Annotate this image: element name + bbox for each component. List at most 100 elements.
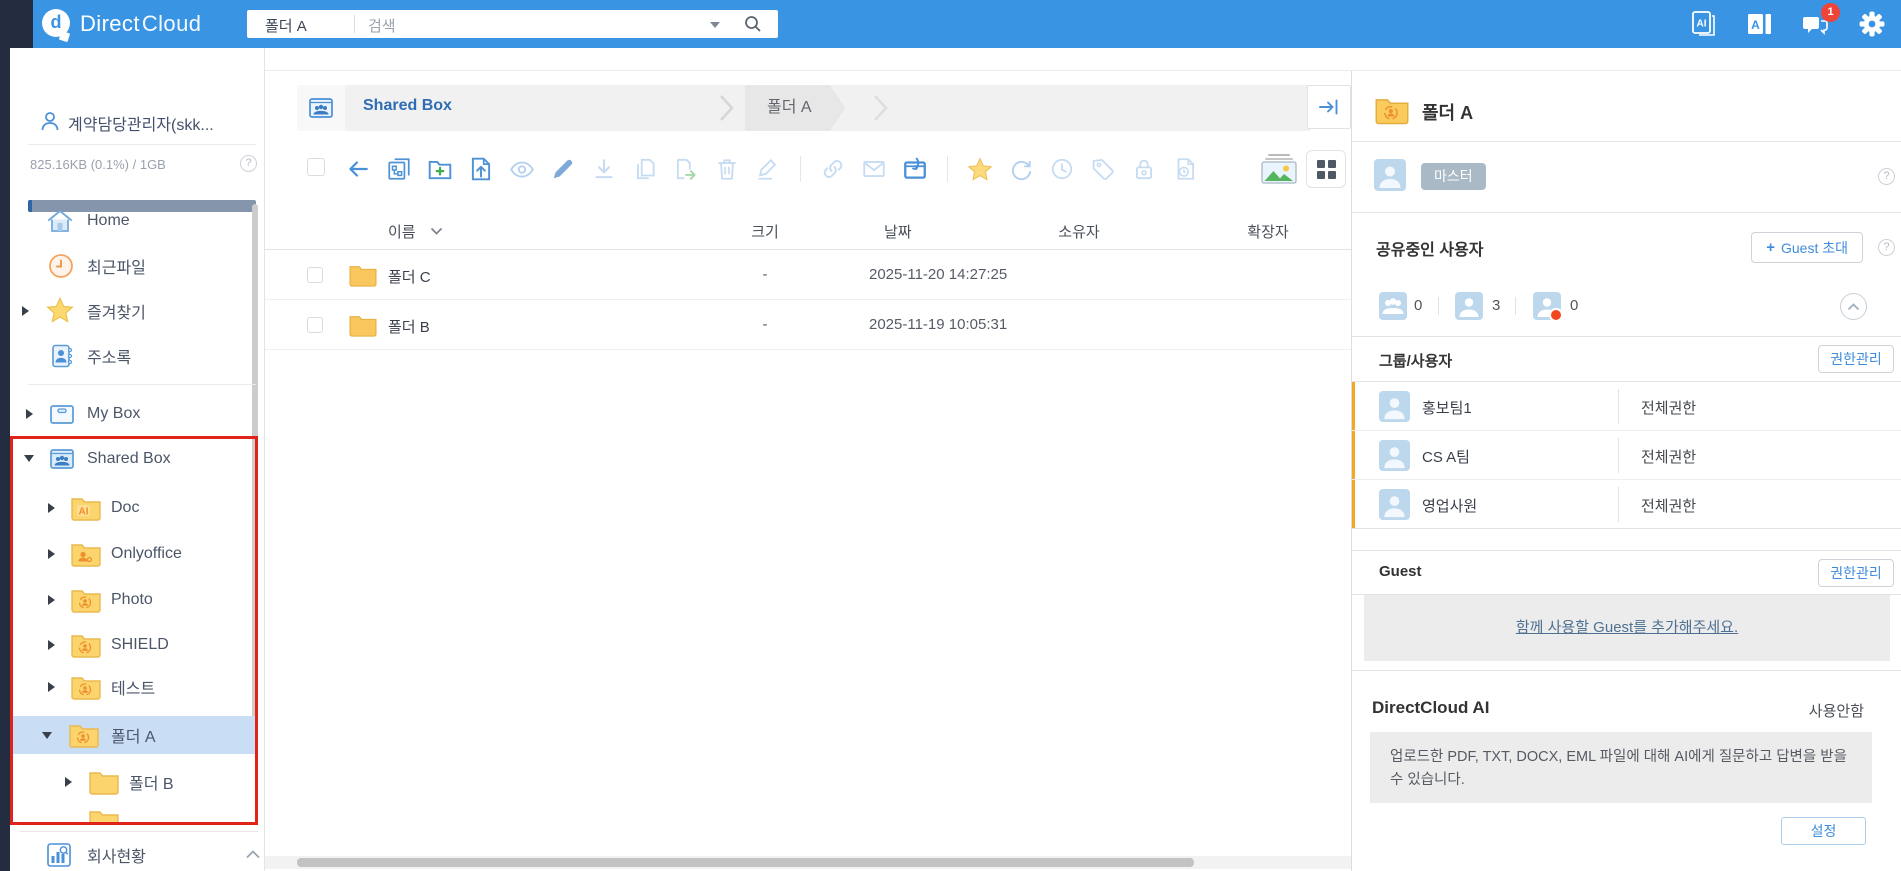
user-name[interactable]: 계약담당관리자(skk...	[68, 111, 214, 135]
sync-icon[interactable]	[1008, 156, 1034, 182]
upload-icon[interactable]	[468, 156, 494, 182]
sidebar-item-label: Home	[87, 211, 130, 229]
divider	[28, 144, 256, 145]
table-row[interactable]: 폴더 C - 2025-11-20 14:27:25	[265, 250, 1351, 300]
scrollbar-thumb[interactable]	[297, 858, 1194, 867]
web-collect-icon[interactable]	[902, 156, 928, 182]
row-checkbox[interactable]	[307, 267, 323, 283]
back-icon[interactable]	[345, 156, 371, 182]
ai-document-icon[interactable]: AI	[1689, 8, 1719, 40]
notification-icon[interactable]: 1	[1801, 3, 1840, 40]
edit-pencil-icon[interactable]	[550, 156, 576, 182]
sidebar-item-folder-onlyoffice[interactable]: Onlyoffice	[10, 531, 258, 576]
sidebar-item-home[interactable]: Home	[10, 198, 258, 243]
left-edge-strip	[0, 48, 10, 871]
delete-trash-icon[interactable]	[714, 156, 740, 182]
row-checkbox[interactable]	[307, 317, 323, 333]
sidebar-item-address-book[interactable]: 주소록	[10, 333, 258, 378]
sidebar-item-recent-files[interactable]: 최근파일	[10, 243, 258, 288]
lock-icon[interactable]	[1131, 156, 1157, 182]
history-clock-icon[interactable]	[1049, 156, 1075, 182]
file-name[interactable]: 폴더 C	[388, 266, 431, 287]
search-bar[interactable]: 폴더 A 검색	[247, 10, 778, 38]
favorite-star-icon[interactable]	[967, 156, 993, 182]
collapse-arrow-icon[interactable]	[42, 731, 52, 739]
table-row[interactable]: 폴더 B - 2025-11-19 10:05:31	[265, 300, 1351, 350]
gear-icon[interactable]	[1857, 8, 1887, 40]
move-icon[interactable]	[673, 156, 699, 182]
collapse-section-icon[interactable]	[1840, 293, 1867, 320]
search-scope-value[interactable]: 폴더 A	[265, 15, 307, 36]
help-icon[interactable]: ?	[1878, 239, 1895, 256]
chevron-down-icon[interactable]	[710, 22, 720, 28]
expand-arrow-icon[interactable]	[48, 594, 55, 605]
sort-chevron-icon[interactable]	[430, 227, 443, 235]
storage-help-icon[interactable]: ?	[240, 155, 257, 172]
top-bar: d DirectCloud 폴더 A 검색 AI A 1	[0, 0, 1901, 48]
logo-tail	[58, 30, 71, 43]
mail-icon[interactable]	[861, 156, 887, 182]
translate-icon[interactable]: A	[1745, 8, 1775, 40]
avatar	[1374, 159, 1406, 191]
sidebar-item-folder-b[interactable]: 폴더 B	[10, 759, 258, 804]
copy-icon[interactable]	[632, 156, 658, 182]
column-header-ext[interactable]: 확장자	[1238, 221, 1298, 242]
sidebar-item-folder-a-selected[interactable]: 폴더 A	[10, 716, 258, 754]
guest-manage-permissions-button[interactable]: 권한관리	[1818, 559, 1894, 587]
file-log-icon[interactable]	[1172, 156, 1198, 182]
permission-row[interactable]: CS A팀 전체권한	[1352, 431, 1901, 480]
column-header-owner[interactable]: 소유자	[1049, 221, 1109, 242]
tag-icon[interactable]	[1090, 156, 1116, 182]
toolbar-divider	[800, 156, 801, 182]
column-header-size[interactable]: 크기	[720, 221, 810, 242]
new-folder-icon[interactable]	[427, 156, 453, 182]
sidebar-item-company-status[interactable]: 회사현황	[10, 838, 260, 871]
search-icon[interactable]	[744, 15, 762, 33]
preview-eye-icon[interactable]	[509, 156, 535, 182]
collapse-arrow-icon[interactable]	[24, 455, 34, 462]
link-icon[interactable]	[820, 156, 846, 182]
sidebar-item-label: My Box	[87, 404, 141, 422]
user-count: 3	[1492, 297, 1501, 314]
rename-icon[interactable]	[755, 156, 781, 182]
horizontal-scrollbar[interactable]	[265, 856, 1351, 869]
sidebar-item-label: 회사현황	[87, 848, 146, 866]
sidebar-item-folder-doc[interactable]: AI Doc	[10, 485, 258, 530]
thumbnail-view-icon[interactable]	[1260, 153, 1298, 185]
add-guest-link[interactable]: 함께 사용할 Guest를 추가해주세요.	[1516, 619, 1738, 636]
permission-row[interactable]: 홍보팀1 전체권한	[1352, 382, 1901, 431]
panel-collapse-button[interactable]	[1307, 85, 1351, 129]
search-input[interactable]: 검색	[368, 15, 396, 36]
column-header-date[interactable]: 날짜	[884, 221, 912, 242]
brand-title[interactable]: DirectCloud	[80, 11, 201, 37]
expand-arrow-icon[interactable]	[48, 639, 55, 650]
manage-permissions-button[interactable]: 권한관리	[1818, 345, 1894, 373]
sidebar-item-folder-photo[interactable]: Photo	[10, 577, 258, 622]
file-name[interactable]: 폴더 B	[388, 316, 430, 337]
breadcrumb-root[interactable]: Shared Box	[363, 97, 452, 115]
expand-arrow-icon[interactable]	[26, 408, 33, 419]
sidebar-item-favorites[interactable]: 즐겨찾기	[10, 288, 258, 333]
sidebar-item-my-box[interactable]: My Box	[10, 391, 258, 436]
download-icon[interactable]	[591, 156, 617, 182]
select-all-checkbox[interactable]	[307, 158, 325, 176]
divider	[1618, 389, 1619, 424]
permission-row[interactable]: 영업사원 전체권한	[1352, 480, 1901, 529]
help-icon[interactable]: ?	[1878, 168, 1895, 185]
expand-arrow-icon[interactable]	[48, 502, 55, 513]
ai-settings-button[interactable]: 설정	[1781, 817, 1866, 845]
sidebar-item-folder-test[interactable]: 테스트	[10, 664, 258, 709]
breadcrumb-current[interactable]: 폴더 A	[745, 85, 846, 131]
guest-invite-button[interactable]: + Guest 초대	[1751, 232, 1863, 263]
expand-arrow-icon[interactable]	[48, 548, 55, 559]
app-window: d DirectCloud 폴더 A 검색 AI A 1 계약담당관리자(skk…	[0, 0, 1901, 871]
sidebar-item-shared-box[interactable]: Shared Box	[10, 436, 258, 481]
sidebar-item-folder-shield[interactable]: SHIELD	[10, 622, 258, 667]
column-header-name[interactable]: 이름	[388, 221, 416, 242]
chevron-up-icon[interactable]	[246, 850, 260, 859]
grid-view-icon[interactable]	[1306, 150, 1346, 188]
tree-copy-icon[interactable]	[386, 156, 412, 182]
expand-arrow-icon[interactable]	[48, 681, 55, 692]
expand-arrow-icon[interactable]	[65, 776, 72, 787]
expand-arrow-icon[interactable]	[22, 305, 29, 316]
